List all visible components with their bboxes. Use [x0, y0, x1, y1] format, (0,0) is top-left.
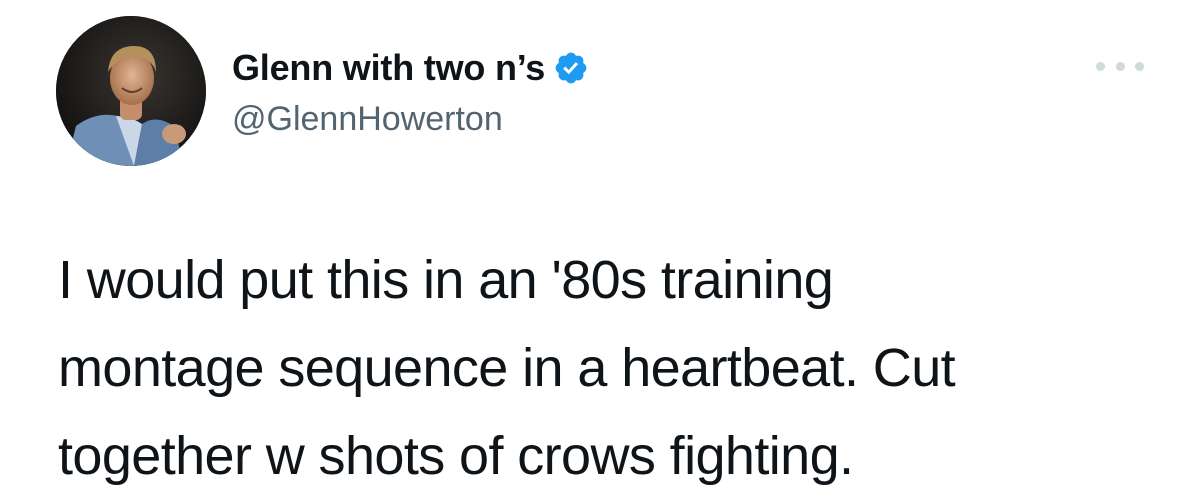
more-options-icon: [1115, 61, 1125, 71]
more-options-icon: [1096, 61, 1105, 71]
more-options-icon: [1135, 61, 1144, 71]
user-handle[interactable]: @GlennHowerton: [232, 96, 589, 142]
profile-photo: [56, 16, 206, 166]
tweet-card: Glenn with two n’s @GlennHowerton I woul…: [0, 0, 1200, 494]
tweet-text: I would put this in an '80s training mon…: [58, 236, 1168, 500]
verified-badge-icon: [555, 52, 587, 84]
tweet-text-line: I would put this in an '80s training: [58, 250, 834, 310]
more-options-button[interactable]: [1096, 52, 1144, 80]
name-row: Glenn with two n’s: [232, 40, 589, 96]
tweet-text-line: together w shots of crows fighting.: [58, 426, 854, 486]
display-name[interactable]: Glenn with two n’s: [232, 40, 545, 96]
tweet-text-line: montage sequence in a heartbeat. Cut: [58, 338, 956, 398]
avatar[interactable]: [56, 16, 206, 166]
author-header: Glenn with two n’s @GlennHowerton: [232, 40, 589, 142]
